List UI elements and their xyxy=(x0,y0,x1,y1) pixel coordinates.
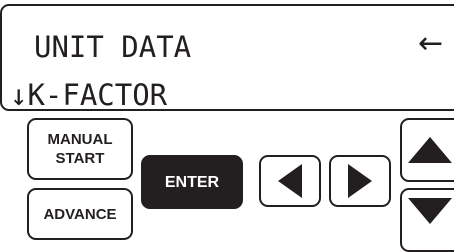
left-arrow-icon xyxy=(278,164,302,198)
enter-button[interactable]: ENTER xyxy=(141,155,243,209)
advance-label: ADVANCE xyxy=(43,205,117,223)
down-arrow-button[interactable] xyxy=(400,188,454,252)
down-arrow-icon xyxy=(408,198,452,224)
manual-start-button[interactable]: MANUAL START xyxy=(27,118,133,180)
left-arrow-button[interactable] xyxy=(259,155,321,207)
right-arrow-button[interactable] xyxy=(329,155,391,207)
up-arrow-icon xyxy=(408,137,452,163)
back-indicator: ← xyxy=(418,26,444,61)
advance-button[interactable]: ADVANCE xyxy=(27,188,133,240)
right-arrow-icon xyxy=(348,164,372,198)
enter-label: ENTER xyxy=(164,173,220,191)
display-line-1: UNIT DATA xyxy=(34,30,192,64)
display-line-2: ↓K-FACTOR xyxy=(10,78,168,112)
lcd-display: UNIT DATA ← ↓K-FACTOR xyxy=(0,4,454,112)
up-arrow-button[interactable] xyxy=(400,118,454,182)
manual-start-label: MANUAL START xyxy=(47,131,113,167)
